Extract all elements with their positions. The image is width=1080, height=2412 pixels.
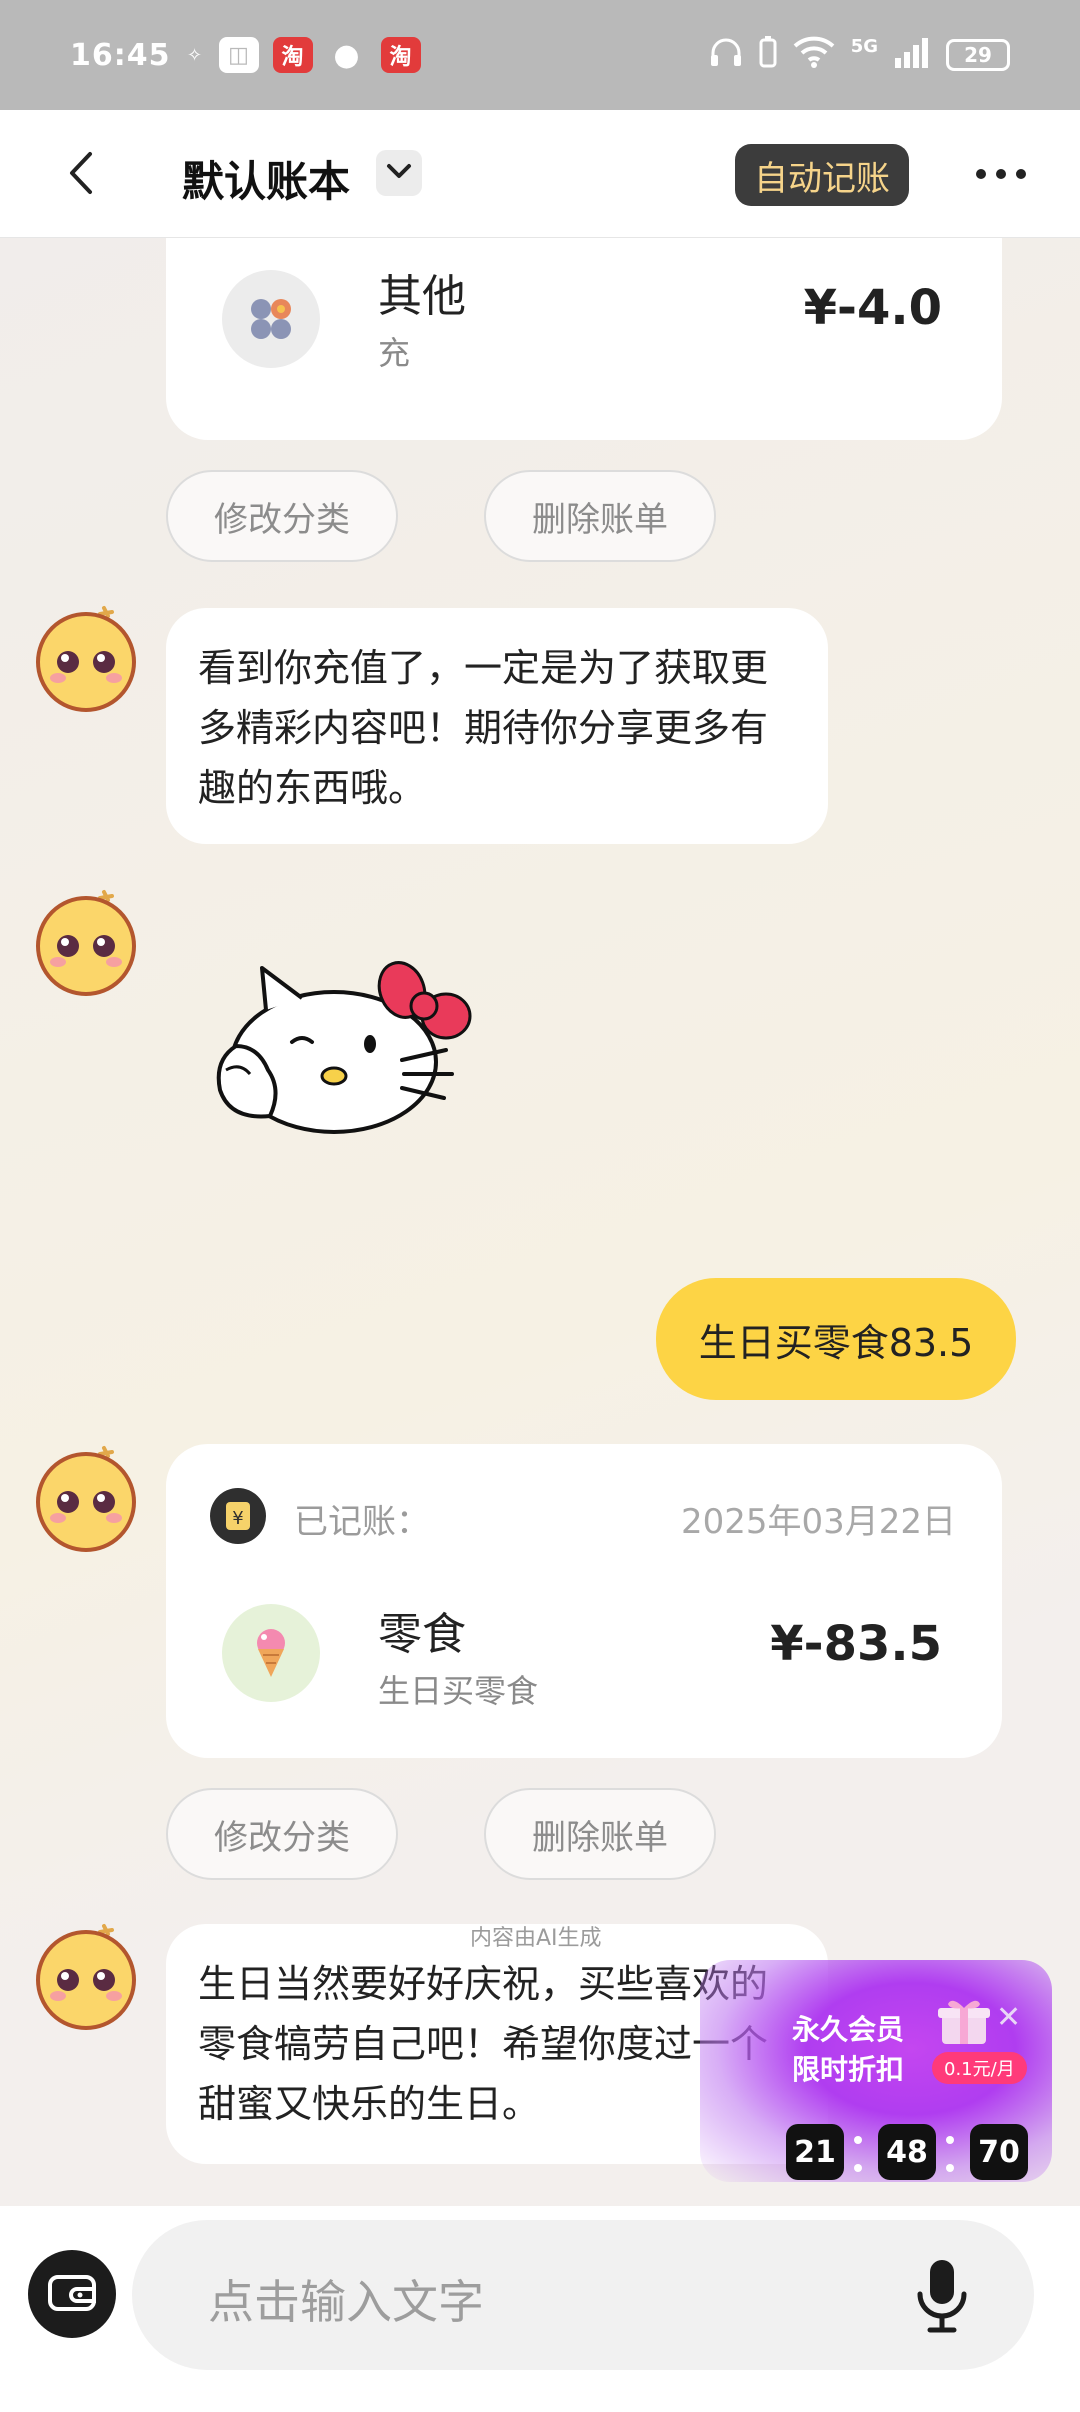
record-card: ¥ 已记账： 2025年03月22日 零食 生日买零食 ¥-83.5 — [166, 1444, 1002, 1758]
record-note: 生日买零食 — [378, 1672, 539, 1710]
record-category: 其他 — [378, 271, 466, 322]
record-category: 零食 — [378, 1609, 466, 1660]
record-date: 2025年03月22日 — [680, 1502, 956, 1542]
more-options-icon[interactable] — [974, 162, 1028, 186]
input-bar: 点击输入文字 — [0, 2206, 1080, 2412]
input-placeholder: 点击输入文字 — [208, 2275, 484, 2329]
delete-bill-button[interactable]: 删除账单 — [484, 1788, 716, 1880]
ledger-dropdown-button[interactable] — [376, 150, 422, 196]
app-notification-icon: ◫ — [218, 37, 259, 73]
record-amount: ¥-4.0 — [803, 280, 942, 336]
location-icon: ✧ — [186, 44, 203, 66]
countdown-hours: 21 — [786, 2124, 844, 2180]
record-note: 充 — [378, 334, 411, 372]
status-bar-right: 5G 29 — [709, 35, 1010, 75]
close-icon[interactable]: ✕ — [996, 2000, 1021, 2035]
taobao-notification-icon-2: 淘 — [380, 37, 421, 73]
chat-area[interactable]: 其他 充 ¥-4.0 修改分类 删除账单 看到你充值了，一定是为了获取更多精彩内… — [0, 238, 1080, 2206]
countdown-separator — [946, 2136, 954, 2144]
gift-box-icon — [936, 1996, 992, 2046]
headphones-icon — [709, 37, 743, 74]
status-bar-left: 16:45 ✧ ◫ 淘 ● 淘 — [70, 37, 421, 73]
bot-message-bubble: 看到你充值了，一定是为了获取更多精彩内容吧！期待你分享更多有趣的东西哦。 — [166, 608, 828, 844]
countdown-minutes: 48 — [878, 2124, 936, 2180]
category-icon-other — [222, 270, 320, 368]
promo-subtitle: 限时折扣 — [792, 2053, 905, 2086]
record-card: 其他 充 ¥-4.0 — [166, 238, 1002, 440]
record-amount: ¥-83.5 — [770, 1616, 942, 1672]
taobao-notification-icon: 淘 — [272, 37, 313, 73]
text-input-field[interactable]: 点击输入文字 — [132, 2220, 1034, 2370]
network-type: 5G — [850, 35, 878, 57]
wallet-icon — [47, 2271, 97, 2317]
countdown-seconds: 70 — [970, 2124, 1028, 2180]
bot-avatar[interactable] — [34, 886, 138, 996]
ledger-title[interactable]: 默认账本 — [182, 148, 350, 209]
wallet-button[interactable] — [28, 2250, 116, 2338]
category-icon-snack — [222, 1604, 320, 1702]
status-bar: 16:45 ✧ ◫ 淘 ● 淘 5G 29 — [0, 0, 1080, 110]
battery-saver-icon — [759, 35, 777, 75]
countdown-separator — [854, 2136, 862, 2144]
chat-notification-icon: ● — [333, 37, 360, 73]
bot-avatar[interactable] — [34, 602, 138, 712]
battery-level: 29 — [964, 43, 992, 67]
signal-icon — [894, 36, 930, 75]
delete-bill-button[interactable]: 删除账单 — [484, 470, 716, 562]
user-message-bubble: 生日买零食83.5 — [656, 1278, 1016, 1400]
auto-record-button[interactable]: 自动记账 — [735, 144, 909, 206]
status-time: 16:45 — [70, 37, 171, 73]
top-nav-bar: 默认账本 自动记账 — [0, 110, 1080, 238]
wifi-icon — [793, 36, 835, 75]
countdown-separator — [946, 2164, 954, 2172]
bot-avatar[interactable] — [34, 1920, 138, 2030]
countdown-separator — [854, 2164, 862, 2172]
ai-generated-note: 内容由AI生成 — [470, 1926, 602, 1951]
promo-title: 永久会员 — [792, 2013, 905, 2046]
promo-price-badge: 0.1元/月 — [932, 2052, 1027, 2084]
back-arrow-icon[interactable] — [62, 148, 102, 198]
recorded-label: 已记账： — [294, 1502, 430, 1542]
recorded-icon: ¥ — [210, 1488, 266, 1544]
edit-category-button[interactable]: 修改分类 — [166, 1788, 398, 1880]
battery-icon: 29 — [946, 39, 1010, 71]
microphone-icon[interactable] — [914, 2256, 970, 2336]
chevron-down-icon — [386, 163, 412, 183]
vip-promo-banner[interactable]: ✕ 永久会员 限时折扣 0.1元/月 21 48 70 — [700, 1960, 1052, 2182]
edit-category-button[interactable]: 修改分类 — [166, 470, 398, 562]
bot-avatar[interactable] — [34, 1442, 138, 1552]
kitty-sticker — [206, 950, 476, 1140]
svg-text:¥: ¥ — [232, 1508, 243, 1529]
